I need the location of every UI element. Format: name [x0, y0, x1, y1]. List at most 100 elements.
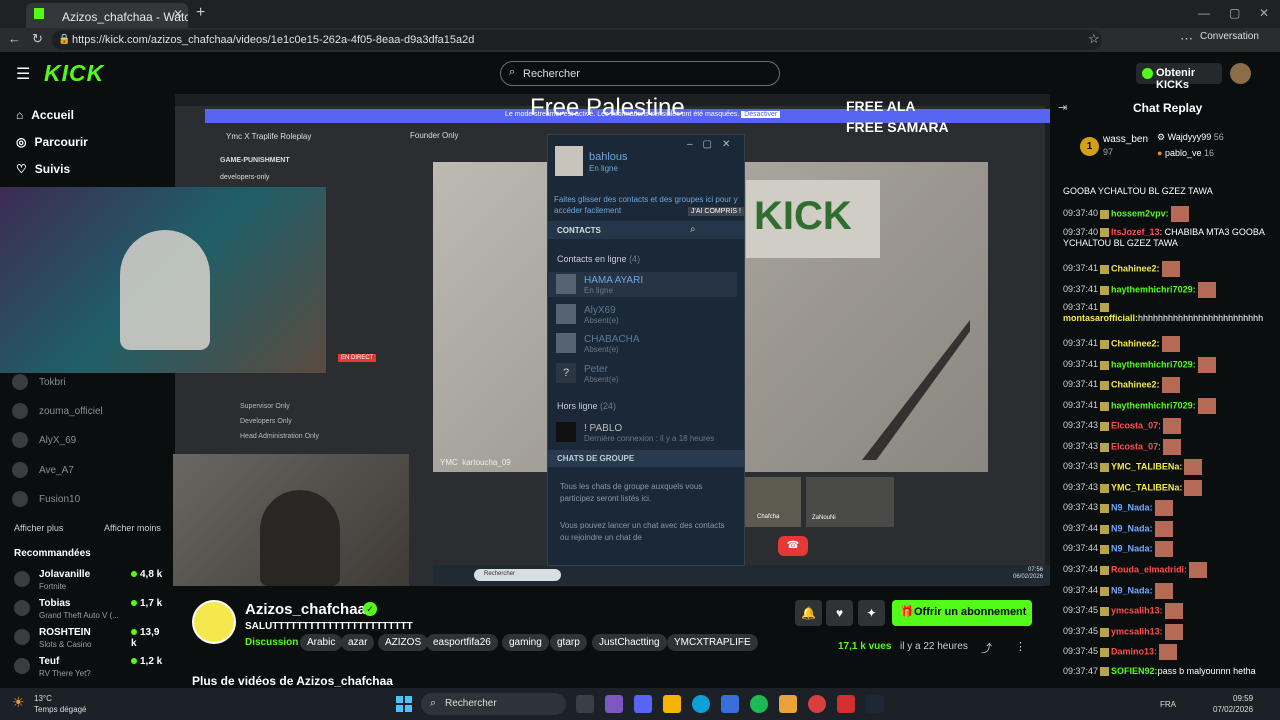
chat-username[interactable]: Chahinee2: [1111, 379, 1160, 389]
store-icon[interactable] [721, 695, 739, 713]
chat-username[interactable]: Chahinee2: [1111, 338, 1160, 348]
share-icon[interactable]: ⤴ [981, 640, 992, 656]
browser-tab[interactable]: Azizos_chafchaa - Watch the [26, 3, 188, 28]
chat-timestamp: 09:37:45 [1063, 646, 1099, 657]
more-options-icon[interactable]: ⋮ [1015, 640, 1026, 653]
followed-channel[interactable]: zouma_officiel [12, 403, 103, 419]
chat-username[interactable]: SOFIEN92: [1111, 666, 1158, 676]
user-badge-icon [1100, 606, 1110, 616]
discord-icon[interactable] [634, 695, 652, 713]
file-explorer-icon[interactable] [663, 695, 681, 713]
chat-timestamp: 09:37:47 [1063, 666, 1099, 676]
hamburger-menu-icon[interactable]: ☰ [16, 64, 30, 84]
emote-icon [1161, 377, 1180, 393]
voice-channel: Developers Only [240, 418, 292, 425]
user-badge-icon [1100, 524, 1110, 534]
user-badge-icon [1100, 627, 1110, 637]
chat-username[interactable]: YMC_TALIBENa: [1111, 461, 1182, 471]
chat-username[interactable]: N9_Nada: [1111, 585, 1153, 595]
chat-username[interactable]: haythemhichri7029: [1111, 400, 1196, 410]
chat-username[interactable]: montasarofficiall: [1063, 313, 1138, 323]
search-input[interactable]: Rechercher [500, 61, 780, 86]
reload-icon[interactable]: ↻ [32, 31, 43, 47]
taskbar-search[interactable]: Rechercher [421, 693, 566, 715]
url-field[interactable]: https://kick.com/azizos_chafchaa/videos/… [52, 30, 1102, 50]
chat-username[interactable]: Damino13: [1111, 646, 1157, 656]
recommended-channel[interactable]: ROSHTEIN Slots & Casino 13,9 k [14, 626, 164, 652]
sidebar-item-accueil[interactable]: ⌂ Accueil [16, 108, 74, 122]
follow-heart-icon[interactable]: ♥ [826, 600, 853, 626]
chat-username[interactable]: YMC_TALIBENa: [1111, 482, 1182, 492]
kick-logo[interactable]: KICK [44, 60, 104, 87]
spotify-icon[interactable] [750, 695, 768, 713]
minimize-icon[interactable]: — [1198, 6, 1210, 20]
tag[interactable]: YMCXTRAPLIFE [667, 634, 758, 651]
channel-name[interactable]: Azizos_chafchaa [245, 601, 366, 618]
followed-channel[interactable]: AlyX_69 [12, 432, 76, 448]
collapse-chat-icon[interactable]: ⇥ [1058, 101, 1067, 114]
tag[interactable]: AZIZOS [378, 634, 429, 651]
tag[interactable]: gaming [502, 634, 549, 651]
system-clock[interactable]: 09:59 07/02/2026 [1213, 693, 1253, 715]
followed-channel[interactable]: Ave_A7 [12, 462, 74, 478]
gift-icon[interactable]: ✦ [858, 600, 885, 626]
tag[interactable]: azar [341, 634, 375, 651]
chat-username[interactable]: Elcosta_07 [1111, 420, 1158, 430]
tab-close-icon[interactable]: ✕ [173, 7, 183, 21]
chat-username[interactable]: N9_Nada: [1111, 502, 1153, 512]
tag[interactable]: easportfifa26 [426, 634, 498, 651]
back-icon[interactable]: ← [8, 31, 21, 46]
weather-widget[interactable]: 13°C Temps dégagé [34, 693, 86, 715]
conversation-button[interactable]: Conversation [1200, 31, 1259, 42]
contact-name: Peter [584, 364, 608, 375]
voice-channel: Head Administration Only [240, 433, 319, 440]
lock-icon: 🔒 [58, 34, 71, 45]
maximize-icon[interactable]: ▢ [1229, 6, 1240, 20]
chat-username[interactable]: Rouda_elmadridi: [1111, 564, 1187, 574]
user-avatar[interactable] [1230, 63, 1251, 84]
chat-username[interactable]: ymcsalih13: [1111, 605, 1163, 615]
recommended-channel[interactable]: Tobias Grand Theft Auto V (... 1,7 k [14, 597, 164, 623]
recommended-channel[interactable]: Teuf RV There Yet? 1,2 k [14, 655, 164, 681]
video-user-label: YMC kartoucha_09 [440, 458, 511, 467]
show-less-link[interactable]: Afficher moins [104, 523, 161, 533]
sidebar-item-suivis[interactable]: ♡ Suivis [16, 162, 70, 176]
chat-username[interactable]: Chahinee2: [1111, 263, 1160, 273]
copilot-icon[interactable] [605, 695, 623, 713]
chat-username[interactable]: hossem2vpv: [1111, 208, 1169, 218]
chat-username[interactable]: Elcosta_07 [1111, 441, 1158, 451]
tag[interactable]: JustChactting [592, 634, 667, 651]
chat-username[interactable]: haythemhichri7029: [1111, 359, 1196, 369]
chat-message: 09:37:41 haythemhichri7029: [1063, 282, 1268, 298]
user-badge-icon [1100, 401, 1110, 411]
chat-username[interactable]: ymcsalih13: [1111, 626, 1163, 636]
notification-bell-icon[interactable]: 🔔 [795, 600, 822, 626]
recommended-channel[interactable]: Jolavanille Fortnite 4,8 k [14, 568, 164, 594]
edge-icon[interactable] [692, 695, 710, 713]
category-link[interactable]: Discussion [245, 637, 298, 648]
view-count: 17,1 k vues [838, 641, 892, 652]
start-icon[interactable] [396, 696, 412, 712]
close-window-icon[interactable]: ✕ [1259, 6, 1269, 20]
channel-avatar[interactable] [192, 600, 236, 644]
tag[interactable]: gtarp [550, 634, 587, 651]
sidebar-item-parcourir[interactable]: ◎ Parcourir [16, 135, 88, 149]
app-icon[interactable] [779, 695, 797, 713]
chat-username[interactable]: N9_Nada: [1111, 523, 1153, 533]
chat-username[interactable]: ItsJozef_13 [1111, 227, 1160, 237]
tag[interactable]: Arabic [300, 634, 343, 651]
app-icon[interactable] [808, 695, 826, 713]
show-more-link[interactable]: Afficher plus [14, 523, 63, 533]
more-menu-icon[interactable]: ⋯ [1180, 31, 1193, 47]
chat-username[interactable]: haythemhichri7029: [1111, 284, 1196, 294]
chat-message: 09:37:41 haythemhichri7029: [1063, 357, 1268, 373]
task-view-icon[interactable] [576, 695, 594, 713]
followed-channel[interactable]: Fusion10 [12, 491, 80, 507]
steam-icon[interactable] [866, 695, 884, 713]
new-tab-icon[interactable]: + [196, 4, 205, 22]
language-indicator[interactable]: FRA [1160, 700, 1176, 709]
followed-channel[interactable]: Tokbri [12, 374, 66, 390]
chat-username[interactable]: N9_Nada: [1111, 543, 1153, 553]
app-icon[interactable] [837, 695, 855, 713]
favorite-icon[interactable]: ☆ [1088, 31, 1100, 47]
